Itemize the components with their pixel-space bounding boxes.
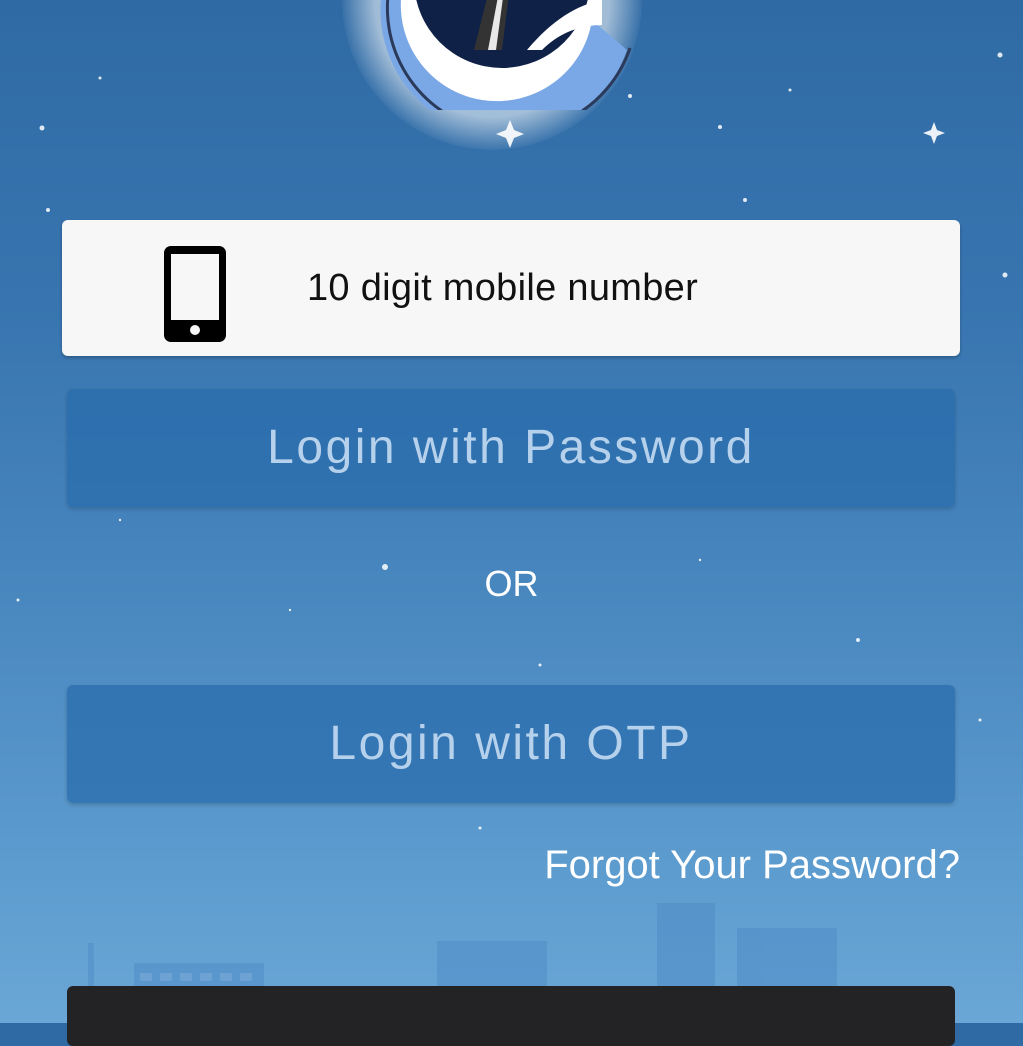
login-with-otp-button[interactable]: Login with OTP [67,685,955,803]
mobile-number-input[interactable]: 10 digit mobile number [62,220,960,356]
smartphone-icon [164,246,226,342]
logo-emblem-icon [380,0,632,110]
forgot-password-link[interactable]: Forgot Your Password? [544,843,960,888]
bottom-action-button[interactable] [67,986,955,1046]
app-logo [342,0,662,150]
or-separator: OR [484,563,539,604]
login-with-password-button[interactable]: Login with Password [67,389,955,507]
mobile-number-placeholder: 10 digit mobile number [307,267,699,309]
